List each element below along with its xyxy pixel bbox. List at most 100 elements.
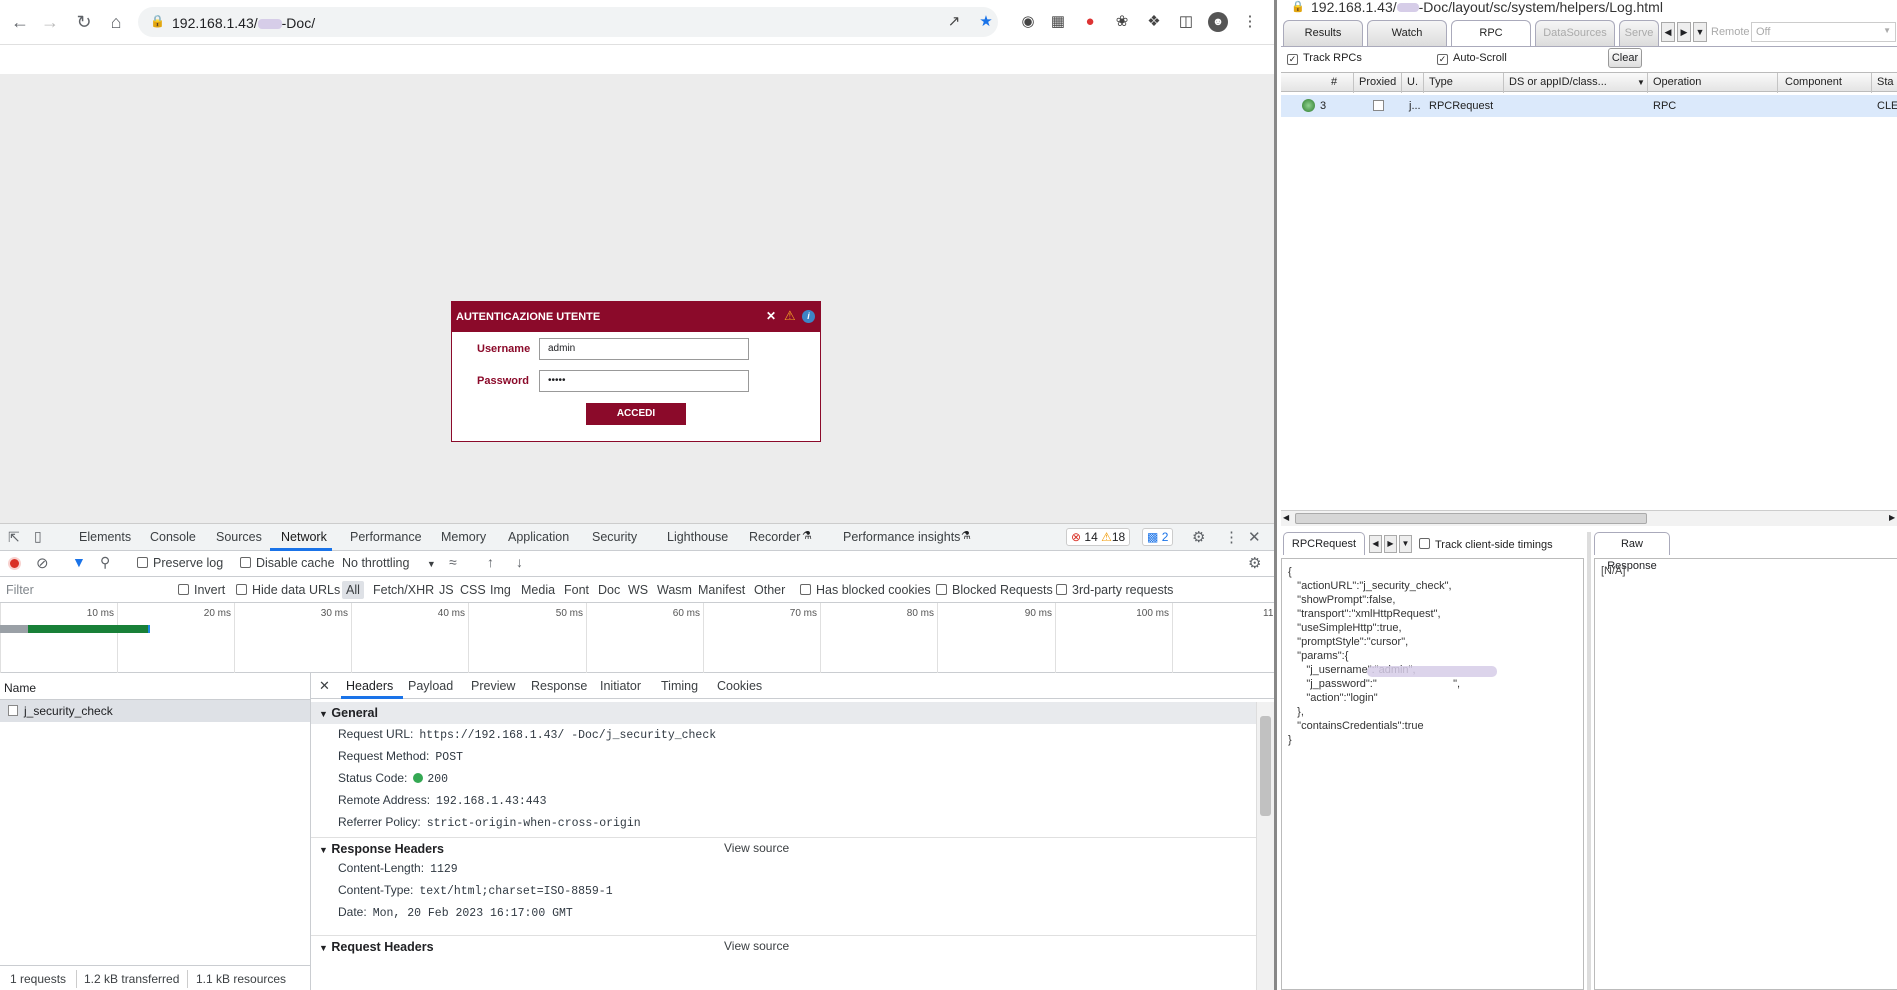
tab-lighthouse[interactable]: Lighthouse [667, 530, 728, 544]
tab-rpc[interactable]: RPC [1451, 20, 1531, 46]
panel-splitter[interactable] [1587, 532, 1591, 990]
tab-menu-chevron-icon[interactable]: ▼ [1693, 22, 1707, 42]
close-devtools-icon[interactable]: ✕ [1248, 528, 1261, 546]
scroll-left-icon[interactable]: ◀ [1283, 513, 1289, 522]
rpc-grid-row[interactable]: 3 j... RPCRequest RPC CLEAR [1281, 95, 1897, 117]
type-filter-ws[interactable]: WS [628, 583, 648, 597]
extension-globe-icon[interactable]: ◉ [1018, 12, 1038, 32]
column-header[interactable]: Type [1429, 76, 1453, 88]
tab-performance[interactable]: Performance [350, 530, 422, 544]
tab-scroll-left-icon[interactable]: ◀ [1661, 22, 1675, 42]
kebab-menu-icon[interactable]: ⋮ [1240, 12, 1260, 32]
column-header[interactable]: Operation [1653, 76, 1701, 88]
extension-color-icon[interactable]: ● [1080, 12, 1100, 32]
extensions-puzzle-icon[interactable]: ❖ [1144, 12, 1164, 32]
tab-sources[interactable]: Sources [216, 530, 262, 544]
type-filter-wasm[interactable]: Wasm [657, 583, 692, 597]
tab-application[interactable]: Application [508, 530, 569, 544]
tab-watch[interactable]: Watch [1367, 20, 1447, 46]
tab-rpcrequest[interactable]: RPCRequest [1283, 532, 1365, 555]
type-filter-other[interactable]: Other [754, 583, 785, 597]
tab-payload[interactable]: Payload [408, 679, 453, 693]
clear-button[interactable]: Clear [1608, 48, 1642, 68]
extension-bug-icon[interactable]: ❀ [1112, 12, 1132, 32]
tab-headers[interactable]: Headers [346, 679, 393, 693]
search-icon[interactable]: ⚲ [100, 554, 110, 571]
disable-cache-checkbox[interactable]: Disable cache [240, 556, 335, 570]
password-input[interactable]: ••••• [539, 370, 749, 392]
tab-console[interactable]: Console [150, 530, 196, 544]
tab-server[interactable]: Serve [1619, 20, 1659, 46]
column-header[interactable]: DS or appID/class... [1509, 76, 1607, 88]
column-header[interactable]: Sta [1877, 76, 1894, 88]
device-toolbar-icon[interactable]: ▯ [34, 528, 42, 545]
tab-cookies[interactable]: Cookies [717, 679, 762, 693]
back-arrow-icon[interactable]: ← [8, 10, 32, 34]
tab-timing[interactable]: Timing [661, 679, 698, 693]
type-filter-js[interactable]: JS [439, 583, 454, 597]
general-section-header[interactable]: ▼ General [311, 702, 1256, 724]
tab-initiator[interactable]: Initiator [600, 679, 641, 693]
throttling-select[interactable]: No throttling ▼ [342, 556, 436, 570]
filter-funnel-icon[interactable]: ▼ [72, 554, 86, 570]
track-rpcs-checkbox[interactable]: ✓ Track RPCs [1287, 52, 1362, 65]
column-header[interactable]: Component [1785, 76, 1842, 88]
tab-scroll-right-icon[interactable]: ▶ [1677, 22, 1691, 42]
tab-elements[interactable]: Elements [79, 530, 131, 544]
tab-response[interactable]: Response [531, 679, 587, 693]
network-settings-gear-icon[interactable]: ⚙ [1248, 554, 1261, 572]
proxied-checkbox[interactable] [1373, 100, 1384, 111]
type-filter-css[interactable]: CSS [460, 583, 486, 597]
type-filter-doc[interactable]: Doc [598, 583, 620, 597]
third-party-requests-checkbox[interactable]: 3rd-party requests [1056, 583, 1173, 597]
invert-checkbox[interactable]: Invert [178, 583, 225, 597]
close-icon[interactable]: ✕ [766, 309, 776, 323]
view-source-link[interactable]: View source [724, 841, 789, 855]
tab-preview[interactable]: Preview [471, 679, 515, 693]
tab-network[interactable]: Network [281, 530, 327, 544]
info-icon[interactable]: i [802, 310, 815, 323]
blocked-requests-checkbox[interactable]: Blocked Requests [936, 583, 1053, 597]
side-panel-icon[interactable]: ◫ [1176, 12, 1196, 32]
type-filter-manifest[interactable]: Manifest [698, 583, 745, 597]
horizontal-scrollbar[interactable]: ◀ ▶ [1281, 510, 1897, 526]
forward-arrow-icon[interactable]: → [38, 10, 62, 34]
tab-scroll-left-icon[interactable]: ◀ [1369, 535, 1382, 553]
scroll-right-icon[interactable]: ▶ [1889, 513, 1895, 522]
filter-input[interactable]: Filter [6, 583, 34, 597]
bookmark-star-icon[interactable]: ★ [976, 12, 996, 32]
preserve-log-checkbox[interactable]: Preserve log [137, 556, 223, 570]
home-icon[interactable]: ⌂ [104, 10, 128, 34]
type-filter-all[interactable]: All [342, 581, 364, 599]
type-filter-img[interactable]: Img [490, 583, 511, 597]
column-header[interactable]: U. [1407, 76, 1418, 88]
tab-security[interactable]: Security [592, 530, 637, 544]
request-row[interactable]: j_security_check [0, 700, 310, 722]
name-column-header[interactable]: Name [4, 681, 36, 695]
network-conditions-icon[interactable]: ≈ [449, 554, 457, 570]
tab-menu-chevron-icon[interactable]: ▼ [1399, 535, 1412, 553]
tab-performance-insights[interactable]: Performance insights [843, 530, 960, 544]
tab-results[interactable]: Results [1283, 20, 1363, 46]
tab-raw-response[interactable]: Raw Response [1594, 532, 1670, 572]
username-input[interactable]: admin [539, 338, 749, 360]
login-button[interactable]: ACCEDI [586, 403, 686, 425]
remote-select[interactable]: Off ▼ [1751, 22, 1896, 42]
tab-memory[interactable]: Memory [441, 530, 486, 544]
auto-scroll-checkbox[interactable]: ✓ Auto-Scroll [1437, 52, 1507, 65]
lock-icon[interactable]: 🔒 [150, 14, 165, 28]
hide-data-urls-checkbox[interactable]: Hide data URLs [236, 583, 340, 597]
view-source-link[interactable]: View source [724, 939, 789, 953]
column-header[interactable]: Proxied [1359, 76, 1396, 88]
tab-scroll-right-icon[interactable]: ▶ [1384, 535, 1397, 553]
record-icon[interactable] [8, 557, 21, 570]
extension-card-icon[interactable]: ▦ [1048, 12, 1068, 32]
issues-counter[interactable]: ⊗ 14 ⚠18 [1066, 528, 1131, 546]
chevron-down-icon[interactable]: ▼ [1637, 78, 1645, 87]
tab-recorder[interactable]: Recorder [749, 530, 800, 544]
tab-datasources[interactable]: DataSources [1535, 20, 1615, 46]
has-blocked-cookies-checkbox[interactable]: Has blocked cookies [800, 583, 931, 597]
messages-counter[interactable]: ▩ 2 [1142, 528, 1174, 546]
export-har-icon[interactable]: ↓ [516, 554, 523, 570]
share-icon[interactable]: ↗ [944, 12, 964, 32]
